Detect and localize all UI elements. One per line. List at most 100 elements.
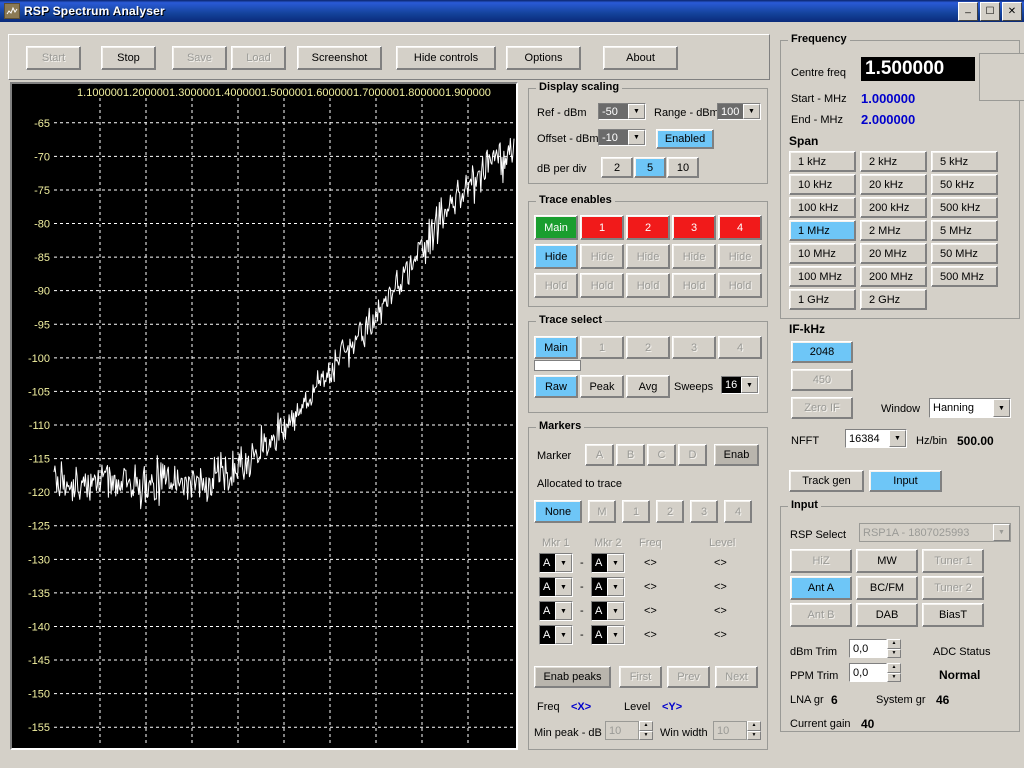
offset-dbm-combo[interactable]: -10 ▼ [598, 129, 646, 146]
dbm-trim-spinner[interactable]: 0,0 ▲ ▼ [849, 639, 901, 658]
chevron-down-icon[interactable]: ▼ [628, 104, 645, 119]
span-1-mhz-button[interactable]: 1 MHz [789, 220, 856, 241]
chevron-down-icon[interactable]: ▼ [555, 602, 572, 620]
marker-row-0-mkr1-combo[interactable]: A ▼ [539, 553, 573, 573]
ref-dbm-combo[interactable]: -50 ▼ [598, 103, 646, 120]
prev-peak-button[interactable]: Prev [667, 666, 710, 688]
trace-color-swatch[interactable] [534, 360, 581, 371]
trace-enable-1-button[interactable]: 1 [580, 215, 624, 240]
span-200-mhz-button[interactable]: 200 MHz [860, 266, 927, 287]
chevron-down-icon[interactable]: ▼ [993, 399, 1010, 417]
toolbar-load-button[interactable]: Load [231, 46, 286, 70]
allocated-2-button[interactable]: 2 [656, 500, 684, 523]
chevron-down-icon[interactable]: ▼ [555, 554, 572, 572]
marker-row-1-mkr2-combo[interactable]: A ▼ [591, 577, 625, 597]
allocated-3-button[interactable]: 3 [690, 500, 718, 523]
allocated-none-button[interactable]: None [534, 500, 582, 523]
trace-select-2-button[interactable]: 2 [626, 336, 670, 359]
y-axis-tick[interactable]: -110 [29, 420, 50, 432]
stepper-down-icon[interactable]: ▼ [639, 730, 653, 740]
stepper-up-icon[interactable]: ▲ [887, 663, 901, 673]
toolbar-options-button[interactable]: Options [506, 46, 581, 70]
marker-row-3-mkr2-combo[interactable]: A ▼ [591, 625, 625, 645]
input-tuner-1-button[interactable]: Tuner 1 [922, 549, 984, 573]
y-axis-tick[interactable]: -125 [28, 521, 50, 533]
chevron-down-icon[interactable]: ▼ [607, 626, 624, 644]
stepper-up-icon[interactable]: ▲ [747, 721, 761, 731]
trace-hold-0-button[interactable]: Hold [534, 273, 578, 298]
minimize-button[interactable]: _ [958, 2, 978, 21]
span-5-mhz-button[interactable]: 5 MHz [931, 220, 998, 241]
trace-select-1-button[interactable]: 1 [580, 336, 624, 359]
y-axis-tick[interactable]: -85 [34, 252, 50, 264]
toolbar-screenshot-button[interactable]: Screenshot [297, 46, 382, 70]
input-tuner-2-button[interactable]: Tuner 2 [922, 576, 984, 600]
enab-peaks-button[interactable]: Enab peaks [534, 666, 611, 688]
x-axis-tick[interactable]: 1.500000 [261, 87, 307, 99]
ppm-trim-stepper[interactable]: ▲ ▼ [887, 663, 901, 682]
dbm-trim-stepper[interactable]: ▲ ▼ [887, 639, 901, 658]
span-200-khz-button[interactable]: 200 kHz [860, 197, 927, 218]
marker-row-3-mkr1-combo[interactable]: A ▼ [539, 625, 573, 645]
y-axis-tick[interactable]: -65 [34, 118, 50, 130]
trace-hold-2-button[interactable]: Hold [626, 273, 670, 298]
win-width-spinner[interactable]: 10 ▲ ▼ [713, 721, 761, 740]
first-peak-button[interactable]: First [619, 666, 662, 688]
toolbar-stop-button[interactable]: Stop [101, 46, 156, 70]
y-axis-tick[interactable]: -130 [28, 554, 50, 566]
trace-mode-avg-button[interactable]: Avg [626, 375, 670, 398]
spectrum-graph[interactable]: -65 -70 -75 -80 -85 -90 -95 -100 -105 -110 -115 -12… [10, 82, 518, 750]
chevron-down-icon[interactable]: ▼ [555, 626, 572, 644]
span-5-khz-button[interactable]: 5 kHz [931, 151, 998, 172]
y-axis-tick[interactable]: -80 [34, 219, 50, 231]
input-mw-button[interactable]: MW [856, 549, 918, 573]
marker-d-button[interactable]: D [678, 444, 707, 466]
allocated-4-button[interactable]: 4 [724, 500, 752, 523]
y-axis-tick[interactable]: -95 [34, 319, 50, 331]
centre-freq-field[interactable]: 1.500000 [861, 57, 975, 81]
marker-b-button[interactable]: B [616, 444, 645, 466]
marker-enab-button[interactable]: Enab [714, 444, 759, 466]
chevron-down-icon[interactable]: ▼ [607, 578, 624, 596]
y-axis-tick[interactable]: -155 [28, 722, 50, 734]
trace-hold-4-button[interactable]: Hold [718, 273, 762, 298]
trace-hold-1-button[interactable]: Hold [580, 273, 624, 298]
span-20-mhz-button[interactable]: 20 MHz [860, 243, 927, 264]
db-per-div-10-button[interactable]: 10 [667, 157, 699, 178]
trace-hide-2-button[interactable]: Hide [626, 244, 670, 269]
next-peak-button[interactable]: Next [715, 666, 758, 688]
trace-enable-main-button[interactable]: Main [534, 215, 578, 240]
ppm-trim-spinner[interactable]: 0,0 ▲ ▼ [849, 663, 901, 682]
y-axis-tick[interactable]: -75 [34, 185, 50, 197]
y-axis-tick[interactable]: -135 [28, 588, 50, 600]
win-width-stepper[interactable]: ▲ ▼ [747, 721, 761, 740]
range-dbm-combo[interactable]: 100 ▼ [717, 103, 761, 120]
y-axis-tick[interactable]: -150 [28, 689, 50, 701]
y-axis-tick[interactable]: -100 [28, 353, 50, 365]
chevron-down-icon[interactable]: ▼ [993, 524, 1010, 541]
y-axis-tick[interactable]: -70 [34, 151, 50, 163]
x-axis-tick[interactable]: 1.200000 [123, 87, 169, 99]
span-2-ghz-button[interactable]: 2 GHz [860, 289, 927, 310]
sweeps-combo[interactable]: 16 ▼ [721, 376, 759, 394]
trace-select-4-button[interactable]: 4 [718, 336, 762, 359]
stepper-down-icon[interactable]: ▼ [747, 730, 761, 740]
y-axis-tick[interactable]: -115 [29, 454, 50, 466]
chevron-down-icon[interactable]: ▼ [628, 130, 645, 145]
y-axis-tick[interactable]: -140 [28, 621, 50, 633]
trace-hold-3-button[interactable]: Hold [672, 273, 716, 298]
track-gen-button[interactable]: Track gen [789, 470, 864, 492]
trace-hide-3-button[interactable]: Hide [672, 244, 716, 269]
chevron-down-icon[interactable]: ▼ [607, 602, 624, 620]
span-10-mhz-button[interactable]: 10 MHz [789, 243, 856, 264]
db-per-div-5-button[interactable]: 5 [634, 157, 666, 178]
allocated-m-button[interactable]: M [588, 500, 616, 523]
allocated-1-button[interactable]: 1 [622, 500, 650, 523]
marker-a-button[interactable]: A [585, 444, 614, 466]
zero-if-button[interactable]: Zero IF [791, 397, 853, 419]
input-mode-button[interactable]: Input [869, 470, 942, 492]
x-axis-tick[interactable]: 1.900000 [445, 87, 491, 99]
x-axis-tick[interactable]: 1.600000 [307, 87, 353, 99]
maximize-button[interactable]: ☐ [980, 2, 1000, 21]
chevron-down-icon[interactable]: ▼ [889, 430, 906, 447]
